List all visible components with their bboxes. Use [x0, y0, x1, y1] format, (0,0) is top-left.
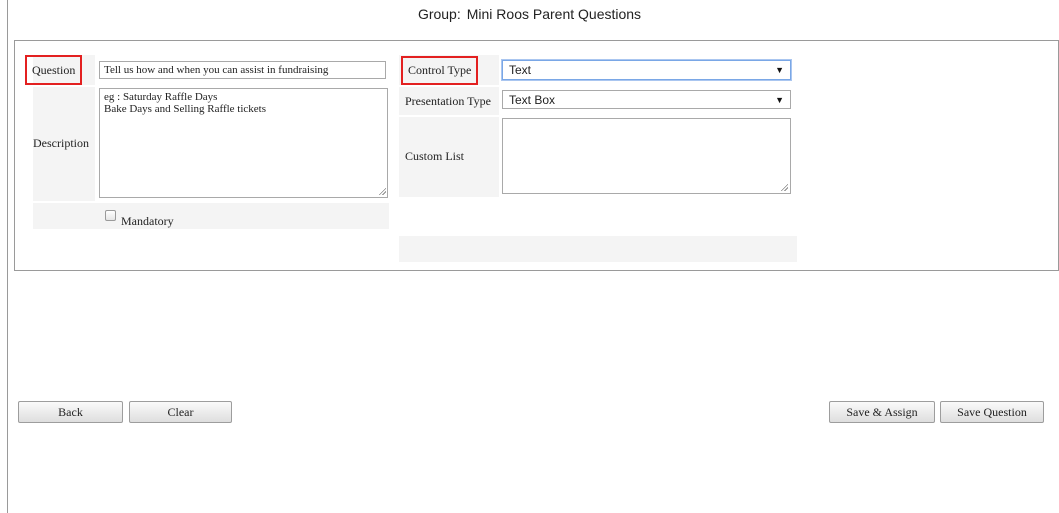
custom-list-footer-cell: [399, 236, 797, 262]
control-type-label: Control Type: [401, 56, 479, 85]
question-label: Question: [25, 55, 83, 85]
question-input[interactable]: [99, 61, 386, 79]
clear-button[interactable]: Clear: [129, 401, 232, 423]
save-assign-button[interactable]: Save & Assign: [829, 401, 935, 423]
description-textarea[interactable]: eg : Saturday Raffle Days Bake Days and …: [99, 88, 388, 198]
custom-list-textarea[interactable]: [502, 118, 791, 194]
group-name: Mini Roos Parent Questions: [466, 6, 642, 22]
resize-grip-icon[interactable]: [378, 187, 386, 195]
resize-grip-icon[interactable]: [780, 183, 788, 191]
mandatory-checkbox[interactable]: [105, 210, 116, 221]
custom-list-label: Custom List: [405, 148, 465, 163]
back-button[interactable]: Back: [18, 401, 123, 423]
mandatory-row-cell: [33, 203, 389, 229]
triangle-down-icon[interactable]: ▼: [775, 95, 784, 105]
question-form-panel: Question Description eg : Saturday Raffl…: [14, 40, 1059, 271]
presentation-type-value: Text Box: [509, 92, 556, 107]
triangle-down-icon[interactable]: ▼: [775, 65, 784, 75]
page-title: Group: Mini Roos Parent Questions: [0, 0, 1059, 28]
presentation-type-select[interactable]: Text Box ▼: [502, 90, 791, 109]
save-question-button[interactable]: Save Question: [940, 401, 1044, 423]
control-type-value: Text: [509, 63, 532, 77]
control-type-select[interactable]: Text ▼: [502, 60, 791, 80]
group-prefix: Group:: [417, 6, 461, 22]
mandatory-label: Mandatory: [121, 213, 174, 228]
presentation-type-label: Presentation Type: [405, 93, 491, 108]
description-label: Description: [33, 135, 89, 150]
